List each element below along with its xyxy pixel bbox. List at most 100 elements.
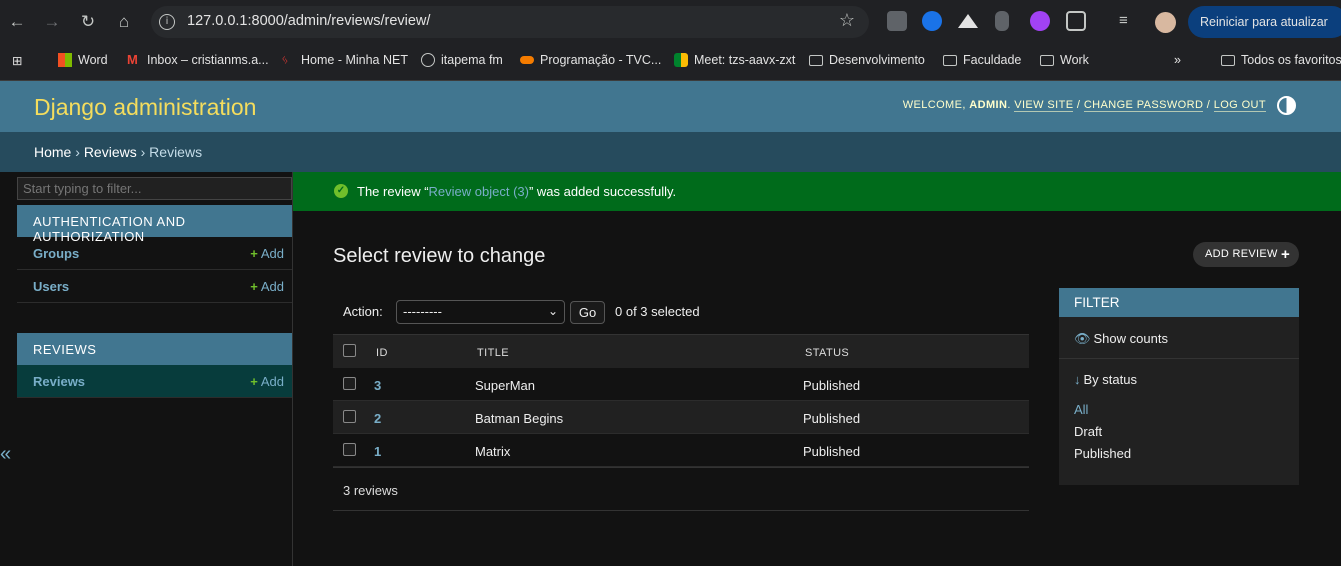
by-status-label: By status bbox=[1083, 372, 1137, 387]
url-text[interactable]: 127.0.0.1:8000/admin/reviews/review/ bbox=[187, 13, 430, 29]
add-review-label: ADD REVIEW bbox=[1205, 248, 1278, 260]
changelist-filter: FILTER 👁 Show counts ↓ By status All Draft… bbox=[1059, 288, 1299, 485]
shazam-extension-icon[interactable] bbox=[922, 11, 942, 31]
bookmark-programacao[interactable]: Programação - TVC... bbox=[520, 53, 661, 67]
forward-icon[interactable]: → bbox=[40, 10, 64, 34]
reload-icon[interactable]: ↻ bbox=[76, 10, 100, 34]
select-all-checkbox[interactable] bbox=[343, 344, 356, 357]
bookmark-star-icon[interactable]: ☆ bbox=[839, 10, 855, 31]
show-counts-label: Show counts bbox=[1093, 331, 1168, 346]
bookmark-label: Meet: tzs-aavx-zxt bbox=[694, 53, 796, 67]
bookmark-inbox[interactable]: M Inbox – cristianms.a... bbox=[127, 52, 269, 68]
bookmark-desenvolvimento[interactable]: Desenvolvimento bbox=[809, 53, 925, 67]
row-checkbox[interactable] bbox=[343, 443, 356, 456]
add-label: Add bbox=[260, 279, 284, 294]
sidebar-link-groups[interactable]: Groups bbox=[33, 246, 79, 261]
column-header-id[interactable]: ID bbox=[376, 347, 388, 359]
tv-icon bbox=[520, 56, 534, 64]
add-group-button[interactable]: + Add bbox=[250, 246, 284, 261]
devtools-extension-icon[interactable] bbox=[887, 11, 907, 31]
selected-counter: 0 of 3 selected bbox=[615, 304, 700, 319]
filter-option-draft[interactable]: Draft bbox=[1074, 424, 1102, 439]
action-label: Action: bbox=[343, 304, 383, 319]
filter-by-status-toggle[interactable]: ↓ By status bbox=[1074, 372, 1137, 387]
add-user-button[interactable]: + Add bbox=[250, 279, 284, 294]
apps-grid-icon[interactable]: ⊞ bbox=[12, 53, 22, 68]
module-caption-reviews[interactable]: REVIEWS bbox=[17, 333, 292, 365]
collapse-sidebar-icon[interactable]: « bbox=[0, 443, 11, 466]
show-counts-link[interactable]: 👁 Show counts bbox=[1074, 331, 1168, 347]
table-row: 3 SuperMan Published bbox=[333, 368, 1029, 401]
bookmark-meet[interactable]: Meet: tzs-aavx-zxt bbox=[674, 53, 795, 67]
view-site-link[interactable]: VIEW SITE bbox=[1014, 99, 1074, 112]
bookmark-word[interactable]: Word bbox=[58, 53, 108, 67]
row-title: Batman Begins bbox=[475, 411, 564, 426]
log-out-link[interactable]: LOG OUT bbox=[1213, 99, 1266, 112]
filter-option-all[interactable]: All bbox=[1074, 402, 1088, 417]
back-icon[interactable]: ← bbox=[5, 10, 29, 34]
bookmark-faculdade[interactable]: Faculdade bbox=[943, 53, 1021, 67]
bookmark-label: Home - Minha NET bbox=[301, 53, 408, 67]
mouse-extension-icon[interactable] bbox=[995, 11, 1009, 31]
filter-option-published[interactable]: Published bbox=[1074, 446, 1131, 461]
theme-toggle-icon[interactable] bbox=[1277, 96, 1296, 115]
bookmark-label: Work bbox=[1060, 53, 1089, 67]
sidebar-link-reviews[interactable]: Reviews bbox=[33, 374, 85, 389]
plus-icon: + bbox=[250, 279, 258, 294]
site-header: Django administration WELCOME, ADMIN. VI… bbox=[0, 81, 1341, 132]
extensions-puzzle-icon[interactable] bbox=[1066, 11, 1086, 31]
media-control-icon[interactable]: ≡ bbox=[1119, 11, 1139, 31]
bookmark-label: Word bbox=[78, 53, 108, 67]
profile-avatar[interactable] bbox=[1155, 12, 1176, 33]
bookmark-label: Inbox – cristianms.a... bbox=[147, 53, 269, 67]
brain-extension-icon[interactable] bbox=[1030, 11, 1050, 31]
filter-divider bbox=[1059, 358, 1299, 359]
action-select[interactable]: --------- ⌄ bbox=[396, 300, 565, 324]
table-row: 2 Batman Begins Published bbox=[333, 401, 1029, 434]
row-id-link[interactable]: 2 bbox=[374, 411, 381, 426]
bookmark-work[interactable]: Work bbox=[1040, 53, 1089, 67]
site-brand[interactable]: Django administration bbox=[34, 94, 256, 121]
breadcrumb-separator: › bbox=[75, 144, 80, 160]
row-checkbox[interactable] bbox=[343, 410, 356, 423]
folder-icon bbox=[943, 54, 957, 66]
sidebar-item-reviews: Reviews + Add bbox=[17, 365, 292, 398]
breadcrumb-home[interactable]: Home bbox=[34, 144, 71, 160]
add-review-button[interactable]: ADD REVIEW + bbox=[1193, 242, 1299, 267]
column-header-title[interactable]: TITLE bbox=[477, 347, 509, 359]
result-count: 3 reviews bbox=[333, 467, 1029, 511]
sidebar-link-users[interactable]: Users bbox=[33, 279, 69, 294]
site-info-icon[interactable]: i bbox=[159, 14, 175, 30]
row-checkbox[interactable] bbox=[343, 377, 356, 390]
add-review-sidebar-button[interactable]: + Add bbox=[250, 374, 284, 389]
bookmark-itapema[interactable]: itapema fm bbox=[421, 53, 503, 67]
bookmarks-more-icon[interactable]: » bbox=[1174, 53, 1181, 67]
welcome-text: WELCOME, bbox=[902, 99, 966, 111]
row-title: Matrix bbox=[475, 444, 511, 459]
go-button[interactable]: Go bbox=[570, 301, 605, 324]
breadcrumb-current: Reviews bbox=[149, 144, 203, 160]
success-message: ✓ The review “Review object (3)” was add… bbox=[293, 172, 1341, 211]
globe-icon bbox=[421, 53, 435, 67]
mountain-extension-icon[interactable] bbox=[958, 14, 978, 28]
nav-filter-input[interactable] bbox=[17, 177, 292, 200]
gmail-icon: M bbox=[127, 52, 138, 67]
message-prefix: The review “ bbox=[357, 184, 429, 199]
home-icon[interactable]: ⌂ bbox=[112, 10, 136, 34]
microsoft-icon bbox=[58, 53, 72, 67]
check-icon: ✓ bbox=[334, 184, 348, 198]
address-bar[interactable]: i 127.0.0.1:8000/admin/reviews/review/ ☆ bbox=[151, 6, 869, 38]
arrow-down-icon: ↓ bbox=[1074, 372, 1081, 387]
bookmark-minha-net[interactable]: ᛃ Home - Minha NET bbox=[281, 53, 408, 68]
row-id-link[interactable]: 1 bbox=[374, 444, 381, 459]
row-id-link[interactable]: 3 bbox=[374, 378, 381, 393]
column-header-status[interactable]: STATUS bbox=[805, 347, 849, 359]
change-password-link[interactable]: CHANGE PASSWORD bbox=[1083, 99, 1204, 112]
bookmark-all-favorites[interactable]: Todos os favoritos bbox=[1221, 53, 1341, 67]
bookmark-label: Todos os favoritos bbox=[1241, 53, 1341, 67]
message-object-link[interactable]: Review object (3) bbox=[429, 184, 529, 199]
chevron-down-icon: ⌄ bbox=[547, 304, 558, 318]
relaunch-button[interactable]: Reiniciar para atualizar bbox=[1188, 6, 1341, 38]
module-caption-auth[interactable]: AUTHENTICATION AND AUTHORIZATION bbox=[17, 205, 292, 244]
breadcrumb-app[interactable]: Reviews bbox=[84, 144, 137, 160]
